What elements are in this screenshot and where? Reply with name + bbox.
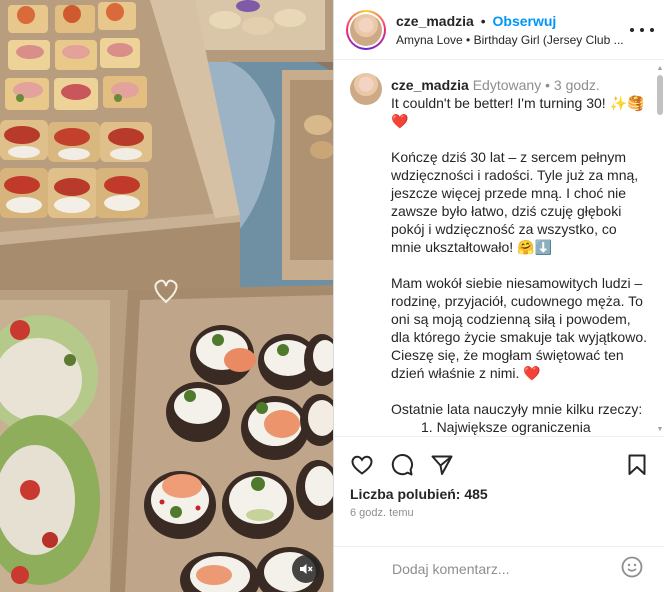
comment-button[interactable] bbox=[390, 453, 414, 477]
post-actions: Liczba polubień: 485 6 godz. temu bbox=[334, 436, 664, 546]
post-timestamp[interactable]: 6 godz. temu bbox=[350, 507, 414, 519]
bookmark-icon bbox=[628, 454, 646, 475]
edited-label: Edytowany bbox=[472, 77, 542, 93]
save-button[interactable] bbox=[625, 453, 649, 477]
header-line: cze_madzia • Obserwuj bbox=[396, 13, 556, 29]
heart-icon bbox=[351, 455, 373, 475]
caption-time: 3 godz. bbox=[553, 77, 600, 93]
emoji-button[interactable] bbox=[620, 555, 644, 579]
speaker-muted-icon bbox=[300, 564, 313, 574]
scroll-up-arrow-icon[interactable]: ▲ bbox=[656, 63, 664, 73]
caption-paragraph-1: Kończę dziś 30 lat – z sercem pełnym wdz… bbox=[391, 149, 639, 255]
likes-count[interactable]: Liczba polubień: 485 bbox=[350, 486, 488, 502]
like-button[interactable] bbox=[350, 453, 374, 477]
caption-avatar[interactable] bbox=[350, 73, 382, 105]
separator-dot: • bbox=[480, 13, 486, 29]
follow-button[interactable]: Obserwuj bbox=[493, 13, 557, 29]
food-photo-image bbox=[0, 0, 333, 592]
caption-scrollbar[interactable]: ▲ ▼ bbox=[656, 61, 664, 436]
comment-input[interactable] bbox=[392, 555, 612, 583]
more-options-button[interactable] bbox=[630, 22, 654, 38]
scroll-down-arrow-icon[interactable]: ▼ bbox=[656, 424, 664, 434]
caption-username[interactable]: cze_madzia bbox=[391, 77, 469, 93]
comment-bar bbox=[334, 546, 664, 592]
smiley-icon bbox=[621, 556, 643, 578]
caption-list-item: 1. Największe ograniczenia bbox=[421, 419, 591, 435]
paper-plane-icon bbox=[431, 455, 453, 475]
story-ring[interactable] bbox=[346, 10, 386, 50]
caption-text: cze_madzia Edytowany • 3 godz. It couldn… bbox=[391, 77, 647, 435]
post-photo[interactable] bbox=[0, 0, 333, 592]
scroll-thumb[interactable] bbox=[657, 75, 663, 115]
audio-track-link[interactable]: Amyna Love • Birthday Girl (Jersey Club … bbox=[396, 33, 626, 47]
comment-icon bbox=[391, 453, 414, 476]
caption-title: It couldn't be better! I'm turning 30! ✨… bbox=[391, 95, 645, 129]
caption-paragraph-2: Mam wokół siebie niesamowitych ludzi – r… bbox=[391, 275, 647, 381]
post-header: cze_madzia • Obserwuj Amyna Love • Birth… bbox=[334, 0, 664, 60]
avatar bbox=[350, 14, 382, 46]
caption-scroll-area[interactable]: cze_madzia Edytowany • 3 godz. It couldn… bbox=[334, 61, 664, 436]
share-button[interactable] bbox=[430, 453, 454, 477]
caption-paragraph-3: Ostatnie lata nauczyły mnie kilku rzeczy… bbox=[391, 401, 643, 417]
username-link[interactable]: cze_madzia bbox=[396, 13, 474, 29]
post-panel: cze_madzia • Obserwuj Amyna Love • Birth… bbox=[333, 0, 664, 592]
mute-button[interactable] bbox=[292, 555, 320, 583]
more-horizontal-icon bbox=[630, 28, 634, 32]
